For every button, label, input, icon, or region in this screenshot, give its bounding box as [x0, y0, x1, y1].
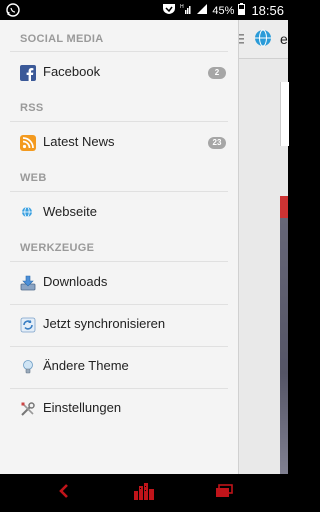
app-title-fragment: e: [280, 31, 288, 47]
section-header-social-media: SOCIAL MEDIA: [20, 33, 104, 45]
shield-icon: [162, 3, 176, 18]
navigation-drawer: SOCIAL MEDIA Facebook 2 RSS Latest News …: [0, 20, 239, 474]
whatsapp-notification-icon: [6, 3, 20, 20]
tools-icon: [20, 401, 36, 417]
drawer-item-label: Facebook: [43, 64, 101, 79]
mobile-data-icon: H: [180, 3, 192, 18]
rss-icon: [20, 135, 36, 151]
content-card[interactable]: [280, 82, 289, 146]
drawer-item-downloads[interactable]: Downloads: [0, 263, 238, 303]
drawer-item-sync[interactable]: Jetzt synchronisieren: [0, 305, 238, 345]
action-bar: e: [238, 20, 288, 59]
drawer-item-label: Latest News: [43, 134, 115, 149]
svg-text:H: H: [180, 4, 184, 10]
globe-icon: [20, 205, 36, 221]
recent-apps-icon: [215, 483, 233, 503]
drawer-item-change-theme[interactable]: Ändere Theme: [0, 347, 238, 387]
clock: 18:56: [251, 3, 284, 18]
download-icon: [20, 275, 36, 291]
drawer-item-label: Jetzt synchronisieren: [43, 316, 166, 331]
drawer-item-label: Webseite: [43, 204, 97, 219]
drawer-item-label: Downloads: [43, 274, 108, 289]
back-button[interactable]: [52, 482, 76, 504]
home-button[interactable]: [132, 482, 156, 504]
battery-icon: [238, 3, 246, 18]
divider: [10, 191, 228, 192]
drawer-item-label: Ändere Theme: [43, 358, 129, 373]
divider: [10, 51, 228, 52]
drawer-item-label: Einstellungen: [43, 400, 122, 415]
lightbulb-icon: [20, 359, 36, 375]
content-image-card[interactable]: [280, 196, 288, 492]
recent-apps-button[interactable]: [212, 482, 236, 504]
drawer-item-webseite[interactable]: Webseite: [0, 193, 238, 233]
section-header-web: WEB: [20, 172, 47, 184]
unread-count-badge: 23: [208, 137, 226, 149]
divider: [10, 121, 228, 122]
sync-icon: [20, 317, 36, 333]
divider: [10, 261, 228, 262]
battery-percent: 45%: [212, 4, 235, 17]
drawer-item-latest-news[interactable]: Latest News 23: [0, 123, 238, 163]
globe-logo-icon: [254, 29, 272, 52]
drawer-item-settings[interactable]: Einstellungen: [0, 389, 238, 429]
facebook-icon: [20, 65, 36, 81]
section-header-werkzeuge: WERKZEUGE: [20, 242, 95, 254]
home-skyline-icon: [133, 482, 155, 505]
main-content-behind-drawer: e: [238, 20, 289, 492]
signal-icon: [196, 3, 208, 18]
bottom-navigation-bar: [0, 474, 288, 512]
unread-count-badge: 2: [208, 67, 226, 79]
drawer-item-facebook[interactable]: Facebook 2: [0, 53, 238, 93]
back-arrow-icon: [58, 483, 70, 503]
status-bar: H 45% 18:56: [0, 0, 288, 20]
section-header-rss: RSS: [20, 102, 44, 114]
